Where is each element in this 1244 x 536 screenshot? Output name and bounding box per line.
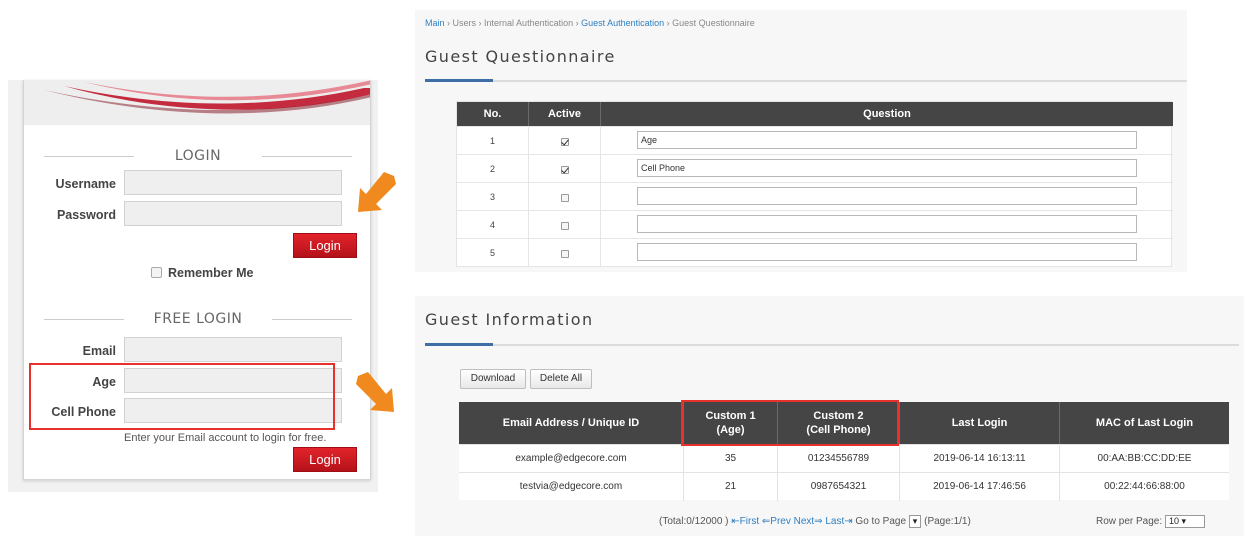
rows-per-page-label: Row per Page: (1096, 516, 1163, 527)
custom-1-cell: 21 (684, 473, 778, 501)
questionnaire-table: No. Active Question 1 Age 2 Cell Phone 3 4 5 (456, 101, 1173, 267)
mac-cell: 00:AA:BB:CC:DD:EE (1097, 453, 1192, 464)
remember-me-label: Remember Me (168, 266, 254, 280)
active-cell (529, 127, 601, 155)
page-info: (Page:1/1) (924, 516, 971, 527)
first-page-link[interactable]: ⇤First (731, 516, 759, 527)
last-login-cell: 2019-06-14 16:13:11 (900, 445, 1060, 473)
column-header-question: Question (601, 102, 1173, 126)
arrow-down-left-icon (358, 172, 396, 212)
row-number: 5 (457, 239, 529, 267)
breadcrumb-separator: › (664, 18, 673, 28)
breadcrumb-separator: › (444, 18, 453, 28)
question-input[interactable] (637, 187, 1137, 205)
login-panel: LOGIN Username Password Login Remember M… (8, 80, 378, 492)
table-row: 5 (457, 238, 1173, 267)
total-count: (Total:0/12000 ) (659, 516, 729, 527)
breadcrumb-item[interactable]: Guest Authentication (581, 18, 664, 28)
free-login-button[interactable]: Login (293, 447, 357, 472)
next-page-link[interactable]: Next⇒ (794, 516, 823, 527)
active-cell (529, 211, 601, 239)
breadcrumb-separator: › (476, 18, 485, 28)
active-cell (529, 183, 601, 211)
breadcrumb: Main › Users › Internal Authentication ›… (425, 18, 755, 28)
active-checkbox[interactable] (560, 193, 569, 202)
swoosh-decoration (44, 80, 370, 114)
breadcrumb-separator: › (573, 18, 582, 28)
free-login-section-heading: FREE LOGIN (44, 309, 352, 329)
email-label: Email (82, 344, 116, 358)
table-row: 3 (457, 182, 1173, 211)
custom-2-cell: 01234556789 (778, 445, 900, 473)
login-button[interactable]: Login (293, 233, 357, 258)
guest-information-panel: Guest Information Download Delete All Em… (415, 296, 1244, 536)
login-section-heading: LOGIN (44, 146, 352, 166)
column-header-mac: MAC of Last Login (1060, 402, 1229, 444)
page-select[interactable]: ▾ (908, 515, 922, 528)
row-number: 1 (457, 127, 529, 155)
column-header-email: Email Address / Unique ID (459, 402, 684, 444)
page-title: Guest Questionnaire (425, 47, 616, 66)
rows-per-page: Row per Page: 10 ▾ (1096, 515, 1205, 528)
free-login-hint: Enter your Email account to login for fr… (124, 432, 327, 444)
breadcrumb-item[interactable]: Main (425, 18, 445, 28)
table-row: 4 (457, 210, 1173, 239)
question-input[interactable] (637, 243, 1137, 261)
table-row: 1 Age (457, 126, 1173, 155)
prev-page-link[interactable]: ⇐Prev (762, 516, 791, 527)
custom-columns-highlight (681, 400, 899, 446)
download-button[interactable]: Download (460, 369, 526, 389)
last-page-link[interactable]: Last⇥ (825, 516, 852, 527)
table-row: testvia@edgecore.com 21 0987654321 2019-06-… (459, 472, 1229, 501)
question-input[interactable]: Age (637, 131, 1137, 149)
email-cell: testvia@edgecore.com (459, 473, 684, 501)
login-card: LOGIN Username Password Login Remember M… (23, 80, 371, 480)
free-login-section-title: FREE LOGIN (143, 311, 253, 327)
custom-fields-highlight (29, 363, 335, 430)
custom-1-cell: 35 (684, 445, 778, 473)
breadcrumb-item: Users (452, 18, 477, 28)
email-cell: example@edgecore.com (459, 445, 684, 473)
active-checkbox[interactable] (560, 165, 569, 174)
column-header-last-login: Last Login (900, 402, 1060, 444)
question-input[interactable]: Cell Phone (637, 159, 1137, 177)
guest-questionnaire-panel: Main › Users › Internal Authentication ›… (415, 10, 1187, 272)
remember-me-checkbox[interactable] (151, 267, 162, 278)
title-divider (425, 343, 1239, 346)
title-divider (425, 79, 1187, 82)
breadcrumb-item: Guest Questionnaire (672, 18, 755, 28)
delete-all-button[interactable]: Delete All (530, 369, 592, 389)
question-input[interactable] (637, 215, 1137, 233)
column-header-no: No. (457, 102, 529, 126)
pagination: (Total:0/12000 ) ⇤First ⇐Prev Next⇒ Last… (659, 515, 971, 528)
row-number: 2 (457, 155, 529, 183)
email-input[interactable] (124, 337, 342, 362)
row-number: 4 (457, 211, 529, 239)
rows-per-page-select[interactable]: 10 ▾ (1164, 515, 1205, 528)
custom-2-cell: 0987654321 (778, 473, 900, 501)
login-banner (24, 80, 370, 125)
go-to-page-label: Go to Page (855, 516, 907, 527)
active-cell (529, 155, 601, 183)
password-label: Password (56, 208, 116, 222)
arrow-down-right-icon (356, 372, 394, 412)
row-number: 3 (457, 183, 529, 211)
table-row: example@edgecore.com 35 01234556789 2019-06… (459, 444, 1229, 473)
active-checkbox[interactable] (560, 221, 569, 230)
active-checkbox[interactable] (560, 137, 569, 146)
table-row: 2 Cell Phone (457, 154, 1173, 183)
username-label: Username (55, 177, 116, 191)
breadcrumb-item: Internal Authentication (484, 18, 574, 28)
password-input[interactable] (124, 201, 342, 226)
login-section-title: LOGIN (164, 148, 232, 164)
username-input[interactable] (124, 170, 342, 195)
rows-per-page-value: 10 (1168, 516, 1179, 526)
section-title: Guest Information (425, 310, 594, 329)
active-checkbox[interactable] (560, 249, 569, 258)
mac-cell: 00:22:44:66:88:00 (1104, 481, 1185, 492)
last-login-cell: 2019-06-14 17:46:56 (900, 473, 1060, 501)
active-cell (529, 239, 601, 267)
column-header-active: Active (529, 102, 601, 126)
remember-me-row[interactable]: Remember Me (151, 266, 253, 280)
